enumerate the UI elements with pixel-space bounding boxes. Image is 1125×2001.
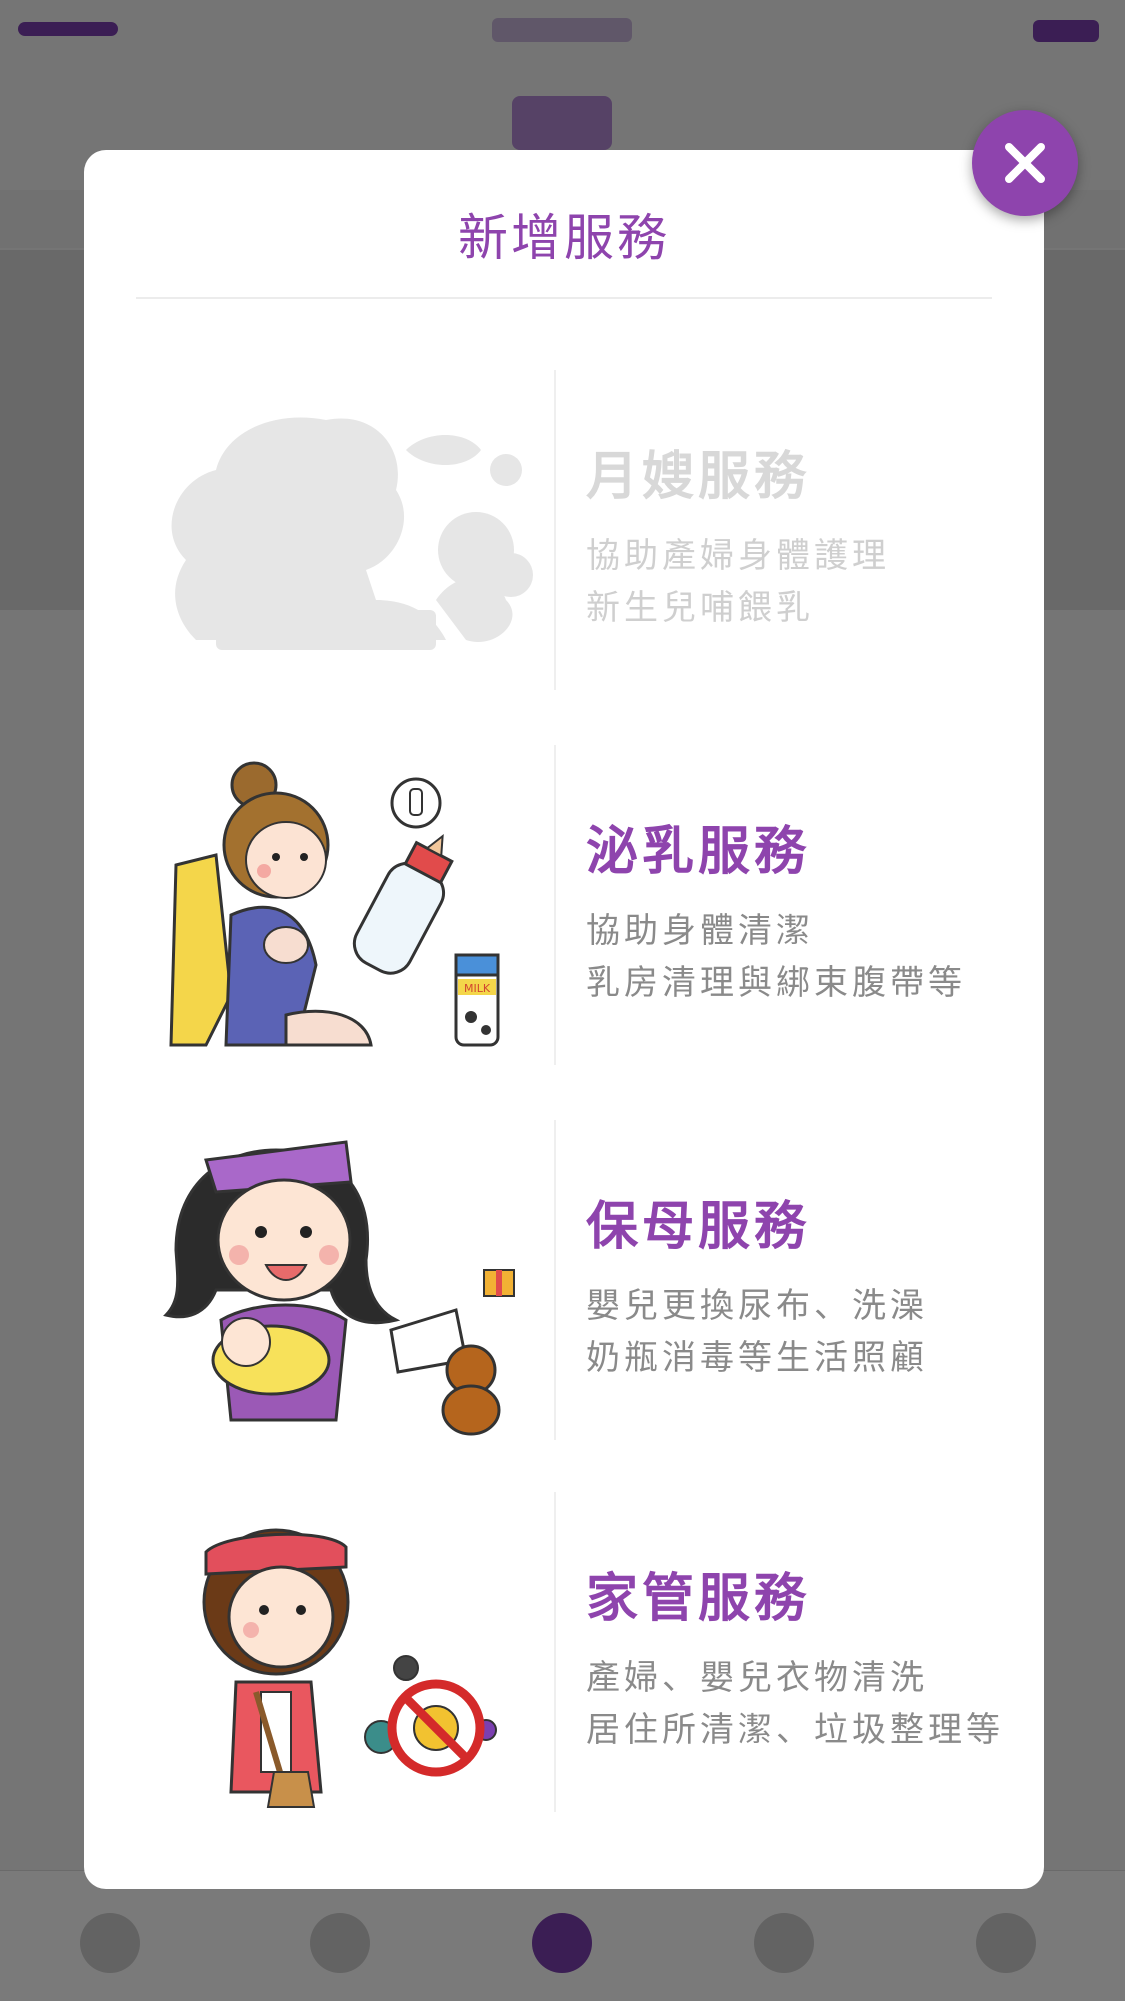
title-divider: [136, 297, 992, 299]
add-service-modal: 新增服務 月嫂服務 協助產婦身體護理 新生兒哺餵乳 MILK 泌乳服務 協助身體…: [84, 150, 1044, 1889]
service-description: 產婦、嬰兒衣物清洗 居住所清潔、垃圾整理等: [586, 1652, 1004, 1756]
service-description: 協助身體清潔 乳房清理與綁束腹帶等: [586, 905, 966, 1009]
service-item-housekeeping[interactable]: 家管服務 產婦、嬰兒衣物清洗 居住所清潔、垃圾整理等: [136, 1492, 1036, 1812]
service-name: 家管服務: [586, 1569, 811, 1629]
service-desc-line: 產婦、嬰兒衣物清洗: [586, 1658, 928, 1698]
service-item-postpartum-care[interactable]: 月嫂服務 協助產婦身體護理 新生兒哺餵乳: [136, 370, 1036, 690]
breastfeeding-mother-icon: MILK: [136, 745, 546, 1065]
housekeeper-with-broom-icon: [136, 1492, 546, 1812]
service-description: 嬰兒更換尿布、洗澡 奶瓶消毒等生活照顧: [586, 1280, 928, 1384]
service-name: 月嫂服務: [586, 447, 811, 507]
service-divider: [554, 1120, 556, 1440]
service-item-nanny[interactable]: 保母服務 嬰兒更換尿布、洗澡 奶瓶消毒等生活照顧: [136, 1120, 1036, 1440]
mother-silhouette-icon: [136, 370, 546, 690]
service-description: 協助產婦身體護理 新生兒哺餵乳: [586, 530, 890, 634]
close-icon: [1005, 143, 1045, 183]
close-button[interactable]: [972, 110, 1078, 216]
service-desc-line: 新生兒哺餵乳: [586, 588, 814, 628]
service-divider: [554, 745, 556, 1065]
modal-title: 新增服務: [458, 209, 670, 267]
service-desc-line: 協助產婦身體護理: [586, 536, 890, 576]
service-desc-line: 居住所清潔、垃圾整理等: [586, 1710, 1004, 1750]
service-desc-line: 嬰兒更換尿布、洗澡: [586, 1286, 928, 1326]
service-divider: [554, 370, 556, 690]
service-item-lactation[interactable]: MILK 泌乳服務 協助身體清潔 乳房清理與綁束腹帶等: [136, 745, 1036, 1065]
service-desc-line: 協助身體清潔: [586, 911, 814, 951]
milk-label: MILK: [464, 982, 491, 995]
service-divider: [554, 1492, 556, 1812]
service-desc-line: 乳房清理與綁束腹帶等: [586, 963, 966, 1003]
service-name: 泌乳服務: [586, 822, 811, 882]
service-name: 保母服務: [586, 1197, 811, 1257]
nanny-with-baby-icon: [136, 1120, 546, 1440]
service-desc-line: 奶瓶消毒等生活照顧: [586, 1338, 928, 1378]
